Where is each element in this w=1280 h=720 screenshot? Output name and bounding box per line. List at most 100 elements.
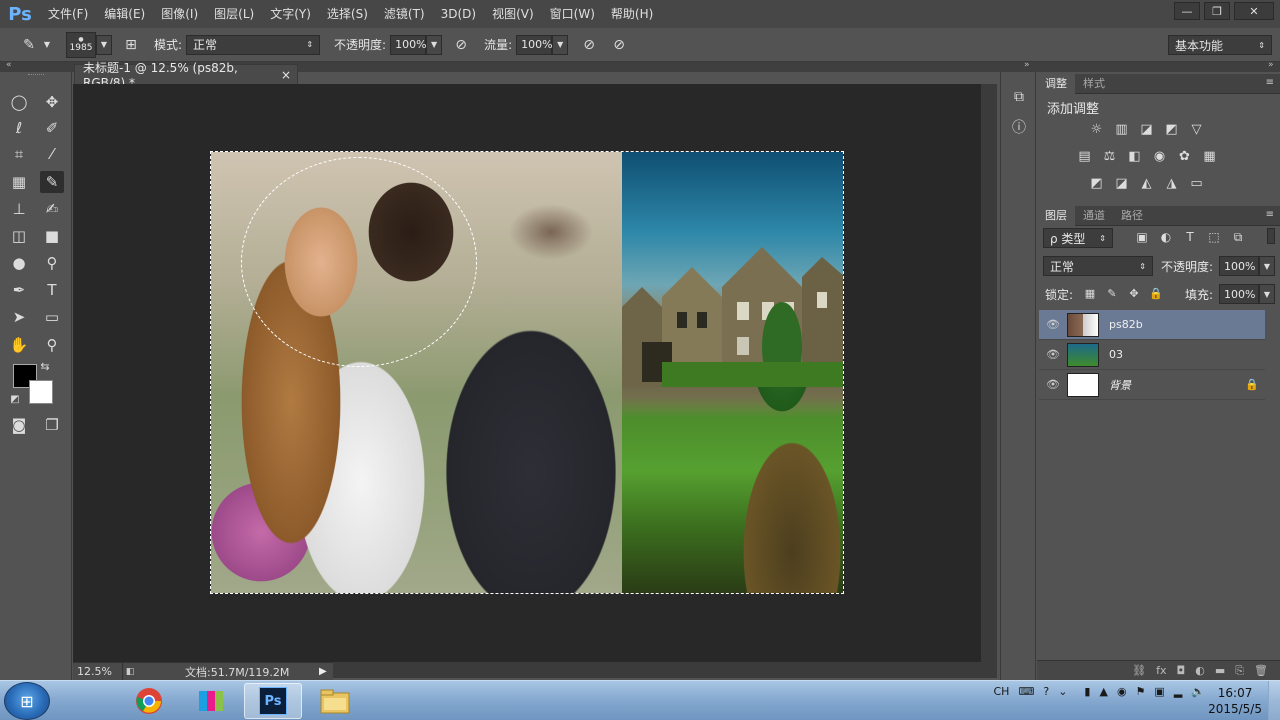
- layer-style-icon[interactable]: fx: [1156, 664, 1166, 677]
- brush-tool-icon[interactable]: ✎: [40, 171, 64, 193]
- brush-preset-picker[interactable]: ● 1985: [66, 31, 96, 58]
- menu-edit[interactable]: 编辑(E): [96, 0, 153, 28]
- layer-opacity-slider-button[interactable]: ▼: [1259, 256, 1275, 276]
- filter-pixel-icon[interactable]: ▣: [1133, 228, 1151, 246]
- airbrush-icon[interactable]: ⊘: [578, 34, 600, 56]
- default-colors-icon[interactable]: ◩: [8, 392, 22, 406]
- zoom-level[interactable]: 12.5%: [73, 662, 123, 681]
- taskbar-chrome[interactable]: [120, 683, 178, 719]
- gradient-icon[interactable]: ■: [40, 225, 64, 247]
- layer-kind-filter[interactable]: ρ 类型 ⇕: [1043, 228, 1113, 248]
- status-menu-arrow-icon[interactable]: ▶: [319, 666, 333, 677]
- gradient-fill-icon[interactable]: ▭: [1187, 174, 1206, 193]
- layer-row-background[interactable]: 👁 背景 🔒: [1039, 370, 1265, 400]
- status-export-icon[interactable]: ◧: [123, 667, 137, 677]
- move-tool-icon[interactable]: ✥: [40, 91, 64, 113]
- background-color-swatch[interactable]: [29, 380, 53, 404]
- menu-help[interactable]: 帮助(H): [603, 0, 661, 28]
- healing-brush-icon[interactable]: ▦: [7, 171, 31, 193]
- visibility-eye-icon[interactable]: 👁: [1039, 318, 1067, 331]
- tab-styles[interactable]: 样式: [1075, 74, 1113, 94]
- clock[interactable]: 16:07 2015/5/5: [1208, 685, 1262, 717]
- opacity-slider-button[interactable]: ▼: [426, 34, 443, 55]
- menu-layer[interactable]: 图层(L): [206, 0, 262, 28]
- lasso-icon[interactable]: ℓ: [7, 117, 31, 139]
- menu-image[interactable]: 图像(I): [153, 0, 206, 28]
- channel-mixer-icon[interactable]: ✿: [1175, 147, 1194, 166]
- workspace-dropdown[interactable]: 基本功能 ⇕: [1168, 35, 1272, 55]
- tab-adjustments[interactable]: 调整: [1037, 73, 1075, 94]
- swap-colors-icon[interactable]: ⇆: [38, 359, 52, 373]
- gradient-map-icon[interactable]: ▽: [1187, 120, 1206, 139]
- black-white-icon[interactable]: ◧: [1125, 147, 1144, 166]
- vibrance-icon[interactable]: ▤: [1075, 147, 1094, 166]
- clone-stamp-icon[interactable]: ⊥: [7, 198, 31, 220]
- new-adjustment-layer-icon[interactable]: ◐: [1195, 664, 1205, 677]
- restore-button[interactable]: ❐: [1204, 2, 1230, 20]
- menu-select[interactable]: 选择(S): [319, 0, 376, 28]
- crop-icon[interactable]: ⌗: [7, 143, 31, 165]
- lock-transparent-icon[interactable]: ▦: [1081, 284, 1099, 302]
- keyboard-icon[interactable]: ⌨: [1018, 685, 1034, 698]
- blend-mode-dropdown[interactable]: 正常 ⇕: [1043, 256, 1153, 276]
- close-button[interactable]: ✕: [1234, 2, 1274, 20]
- hand-icon[interactable]: ✋: [7, 334, 31, 356]
- menu-type[interactable]: 文字(Y): [262, 0, 319, 28]
- threshold-icon[interactable]: ◭: [1137, 174, 1156, 193]
- invert-icon[interactable]: ◩: [1087, 174, 1106, 193]
- visibility-eye-icon[interactable]: 👁: [1039, 348, 1067, 361]
- menu-3d[interactable]: 3D(D): [433, 0, 484, 28]
- input-language[interactable]: CH: [994, 685, 1010, 698]
- menu-filter[interactable]: 滤镜(T): [376, 0, 433, 28]
- network-icon[interactable]: ▂: [1174, 685, 1182, 698]
- history-panel-icon[interactable]: ⧉: [1008, 86, 1030, 108]
- fill-slider-button[interactable]: ▼: [1259, 284, 1275, 304]
- minimize-button[interactable]: —: [1174, 2, 1200, 20]
- curves-icon[interactable]: ◪: [1137, 120, 1156, 139]
- taskbar-tiles-app[interactable]: [182, 683, 240, 719]
- taskbar-explorer[interactable]: [306, 683, 364, 719]
- document-canvas[interactable]: [210, 151, 844, 594]
- brush-preset-dropdown[interactable]: ▼: [96, 34, 112, 55]
- document-tab[interactable]: 未标题-1 @ 12.5% (ps82b, RGB/8) * ×: [74, 61, 298, 90]
- levels-icon[interactable]: ▥: [1112, 120, 1131, 139]
- quick-mask-icon[interactable]: ◙: [7, 414, 31, 436]
- info-panel-icon[interactable]: ⓘ: [1008, 116, 1030, 138]
- filter-adjustment-icon[interactable]: ◐: [1157, 228, 1175, 246]
- exposure-icon[interactable]: ◩: [1162, 120, 1181, 139]
- menu-view[interactable]: 视图(V): [484, 0, 542, 28]
- link-layers-icon[interactable]: ⛓: [1132, 664, 1146, 677]
- show-hidden-icons-icon[interactable]: ▲: [1099, 685, 1107, 698]
- color-balance-icon[interactable]: ⚖: [1100, 147, 1119, 166]
- menu-window[interactable]: 窗口(W): [542, 0, 603, 28]
- layer-row-03[interactable]: 👁 03: [1039, 340, 1265, 370]
- color-lookup-icon[interactable]: ▦: [1200, 147, 1219, 166]
- selective-color-icon[interactable]: ◮: [1162, 174, 1181, 193]
- new-group-icon[interactable]: ▬: [1215, 664, 1225, 677]
- menu-file[interactable]: 文件(F): [40, 0, 96, 28]
- tab-layers[interactable]: 图层: [1037, 205, 1075, 226]
- filter-shape-icon[interactable]: ⬚: [1205, 228, 1223, 246]
- lock-all-icon[interactable]: 🔒: [1147, 284, 1165, 302]
- screen-mode-icon[interactable]: ❐: [40, 414, 64, 436]
- brush-tool-icon[interactable]: ✎: [18, 34, 40, 56]
- mode-dropdown[interactable]: 正常 ⇕: [186, 34, 321, 55]
- type-icon[interactable]: T: [40, 279, 64, 301]
- action-center-icon[interactable]: ⚑: [1136, 685, 1146, 698]
- panel-menu-icon[interactable]: ≡: [1266, 77, 1274, 88]
- eraser-icon[interactable]: ◫: [7, 225, 31, 247]
- tray-arrow-icon[interactable]: ⌄: [1058, 685, 1067, 698]
- history-brush-icon[interactable]: ✍: [40, 198, 64, 220]
- dodge-icon[interactable]: ⚲: [40, 252, 64, 274]
- delete-layer-icon[interactable]: 🗑: [1254, 664, 1268, 677]
- collapse-left-icon[interactable]: «: [6, 60, 12, 70]
- pen-icon[interactable]: ✒: [7, 279, 31, 301]
- flow-input[interactable]: 100%: [516, 34, 553, 55]
- new-layer-icon[interactable]: ⎘: [1235, 664, 1244, 678]
- security-icon[interactable]: ◉: [1117, 685, 1127, 698]
- show-desktop-button[interactable]: [1268, 681, 1280, 720]
- lock-position-icon[interactable]: ✥: [1125, 284, 1143, 302]
- lock-pixels-icon[interactable]: ✎: [1103, 284, 1121, 302]
- tab-paths[interactable]: 路径: [1113, 206, 1151, 226]
- tab-channels[interactable]: 通道: [1075, 206, 1113, 226]
